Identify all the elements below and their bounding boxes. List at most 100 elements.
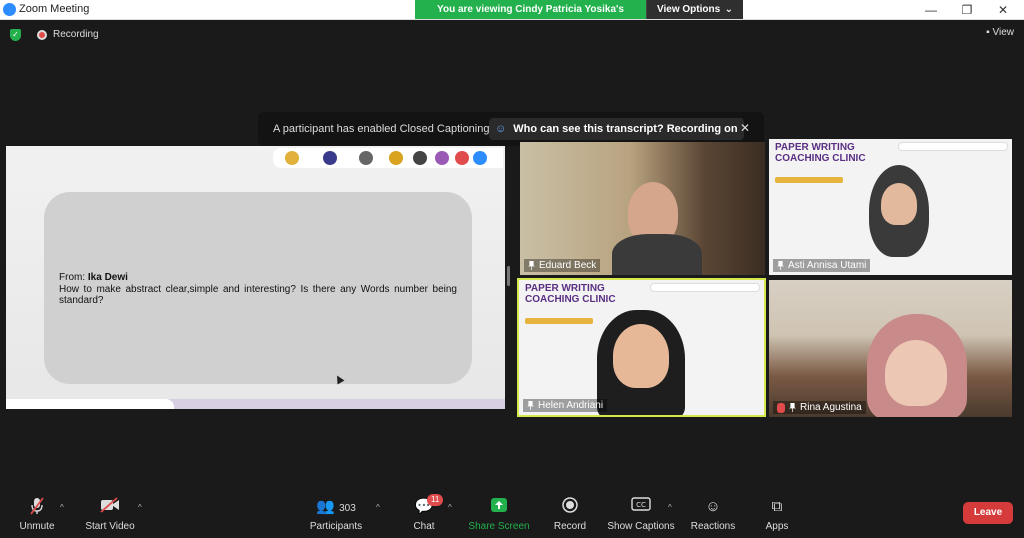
tile-name: Eduard Beck <box>524 259 601 272</box>
tile-name: Rina Agustina <box>773 401 866 414</box>
smile-plus-icon: ☺ <box>705 498 721 515</box>
participant-name: Helen Andriani <box>538 400 604 411</box>
slide-date-badge <box>775 177 843 183</box>
start-video-label: Start Video <box>85 521 135 532</box>
participant-face <box>613 324 669 388</box>
participants-count: 303 <box>339 503 356 514</box>
share-screen-button[interactable]: Share Screen <box>462 497 536 532</box>
captions-caret-icon[interactable]: ^ <box>668 503 672 512</box>
logo-icon <box>323 151 337 165</box>
transcript-info-label: Who can see this transcript? Recording o… <box>513 123 738 135</box>
shared-screen: From: Ika Dewi How to make abstract clea… <box>6 146 505 409</box>
close-icon[interactable]: ✕ <box>740 121 750 135</box>
maximize-button[interactable]: ❐ <box>952 1 982 19</box>
pin-icon <box>777 261 784 270</box>
video-options-caret-icon[interactable]: ^ <box>138 503 142 512</box>
slide-date-badge <box>525 318 593 324</box>
slide-title-line1: PAPER WRITING <box>525 283 605 294</box>
from-label: From: <box>59 272 86 283</box>
transcript-info-button[interactable]: ☺ Who can see this transcript? Recording… <box>489 118 744 140</box>
slide-title: PAPER WRITING COACHING CLINIC <box>775 142 866 164</box>
share-screen-label: Share Screen <box>468 521 530 532</box>
pin-icon <box>528 261 535 270</box>
participants-button[interactable]: 👥 303 Participants <box>299 497 373 532</box>
cc-icon: CC <box>604 497 678 517</box>
slide-title-line2: COACHING CLINIC <box>775 153 866 164</box>
slide-title-line1: PAPER WRITING <box>775 142 855 153</box>
zoom-app-icon <box>3 3 16 16</box>
caption-toast: A participant has enabled Closed Caption… <box>258 112 764 146</box>
participants-caret-icon[interactable]: ^ <box>376 503 380 512</box>
participants-label: Participants <box>309 521 363 532</box>
video-tile-helen[interactable]: PAPER WRITING COACHING CLINIC Helen Andr… <box>517 278 766 417</box>
start-video-button[interactable]: Start Video <box>73 497 147 532</box>
tile-name: Asti Annisa Utami <box>773 259 871 272</box>
meeting-toolbar: Unmute ^ Start Video ^ 👥 303 Participant… <box>0 493 1024 538</box>
apps-button[interactable]: ⧉ Apps <box>740 497 814 532</box>
question-panel: From: Ika Dewi How to make abstract clea… <box>44 192 472 384</box>
slide-logos <box>650 283 760 292</box>
reactions-button[interactable]: ☺ Reactions <box>676 497 750 532</box>
chevron-down-icon: ⌄ <box>724 4 733 15</box>
question-text: How to make abstract clear,simple and in… <box>59 284 457 306</box>
question-from: From: Ika Dewi <box>59 272 128 283</box>
reactions-label: Reactions <box>690 521 736 532</box>
logo-icon <box>455 151 469 165</box>
window-titlebar: Zoom Meeting You are viewing Cindy Patri… <box>0 0 1024 34</box>
participant-name: Asti Annisa Utami <box>788 260 867 271</box>
participant-face <box>885 340 947 406</box>
show-captions-label: Show Captions <box>607 521 675 532</box>
video-tile-rina[interactable]: Rina Agustina <box>769 280 1012 417</box>
leave-button[interactable]: Leave <box>963 502 1013 524</box>
view-options-button[interactable]: View Options ⌄ <box>646 0 743 19</box>
slide-footer-sponsors <box>6 399 174 409</box>
slide-title: PAPER WRITING COACHING CLINIC <box>525 283 616 305</box>
slide-logos <box>898 142 1008 151</box>
window-title: Zoom Meeting <box>19 3 90 15</box>
logo-icon <box>285 151 299 165</box>
close-window-button[interactable]: ✕ <box>988 1 1018 19</box>
chat-unread-badge: 11 <box>427 494 444 506</box>
security-shield-icon[interactable]: ✓ <box>10 29 21 41</box>
viewing-banner: You are viewing Cindy Patricia Yosika's … <box>415 0 743 34</box>
apps-label: Apps <box>765 521 789 532</box>
record-label: Record <box>553 521 587 532</box>
participant-name: Eduard Beck <box>539 260 597 271</box>
svg-text:CC: CC <box>636 501 646 509</box>
recording-dot-icon <box>37 30 47 40</box>
from-name: Ika Dewi <box>87 272 128 283</box>
share-screen-icon <box>462 497 536 517</box>
participant-face <box>881 183 917 225</box>
sponsor-logos <box>273 148 503 168</box>
logo-icon <box>413 151 427 165</box>
video-tile-asti[interactable]: PAPER WRITING COACHING CLINIC Asti Annis… <box>769 139 1012 275</box>
video-tile-eduard[interactable]: Eduard Beck <box>520 142 765 275</box>
view-options-label: View Options <box>657 4 721 15</box>
unmute-label: Unmute <box>19 521 55 532</box>
viewing-banner-text: You are viewing Cindy Patricia Yosika's … <box>415 0 646 34</box>
participants-icon: 👥 303 <box>316 498 356 515</box>
show-captions-button[interactable]: CC Show Captions <box>604 497 678 532</box>
muted-mic-icon <box>777 402 785 413</box>
record-icon <box>533 497 607 517</box>
apps-icon: ⧉ <box>771 498 783 515</box>
record-button[interactable]: Record <box>533 497 607 532</box>
pin-icon <box>527 401 534 410</box>
logo-icon <box>359 151 373 165</box>
logo-icon <box>389 151 403 165</box>
grid-icon: ▪ <box>986 27 990 38</box>
logo-icon <box>435 151 449 165</box>
participant-name: Rina Agustina <box>800 402 862 413</box>
slide-title-line2: COACHING CLINIC <box>525 294 616 305</box>
chat-label: Chat <box>413 521 435 532</box>
people-icon: ☺ <box>495 123 507 135</box>
recording-label[interactable]: Recording <box>53 29 99 40</box>
view-button-label: View <box>992 27 1015 38</box>
chat-caret-icon[interactable]: ^ <box>448 503 452 512</box>
tile-name: Helen Andriani <box>523 399 608 412</box>
split-resize-handle[interactable] <box>507 266 510 286</box>
participant-video-body <box>612 234 702 275</box>
audio-options-caret-icon[interactable]: ^ <box>60 503 64 512</box>
view-button[interactable]: ▪ View <box>986 27 1014 38</box>
minimize-button[interactable]: — <box>916 1 946 19</box>
